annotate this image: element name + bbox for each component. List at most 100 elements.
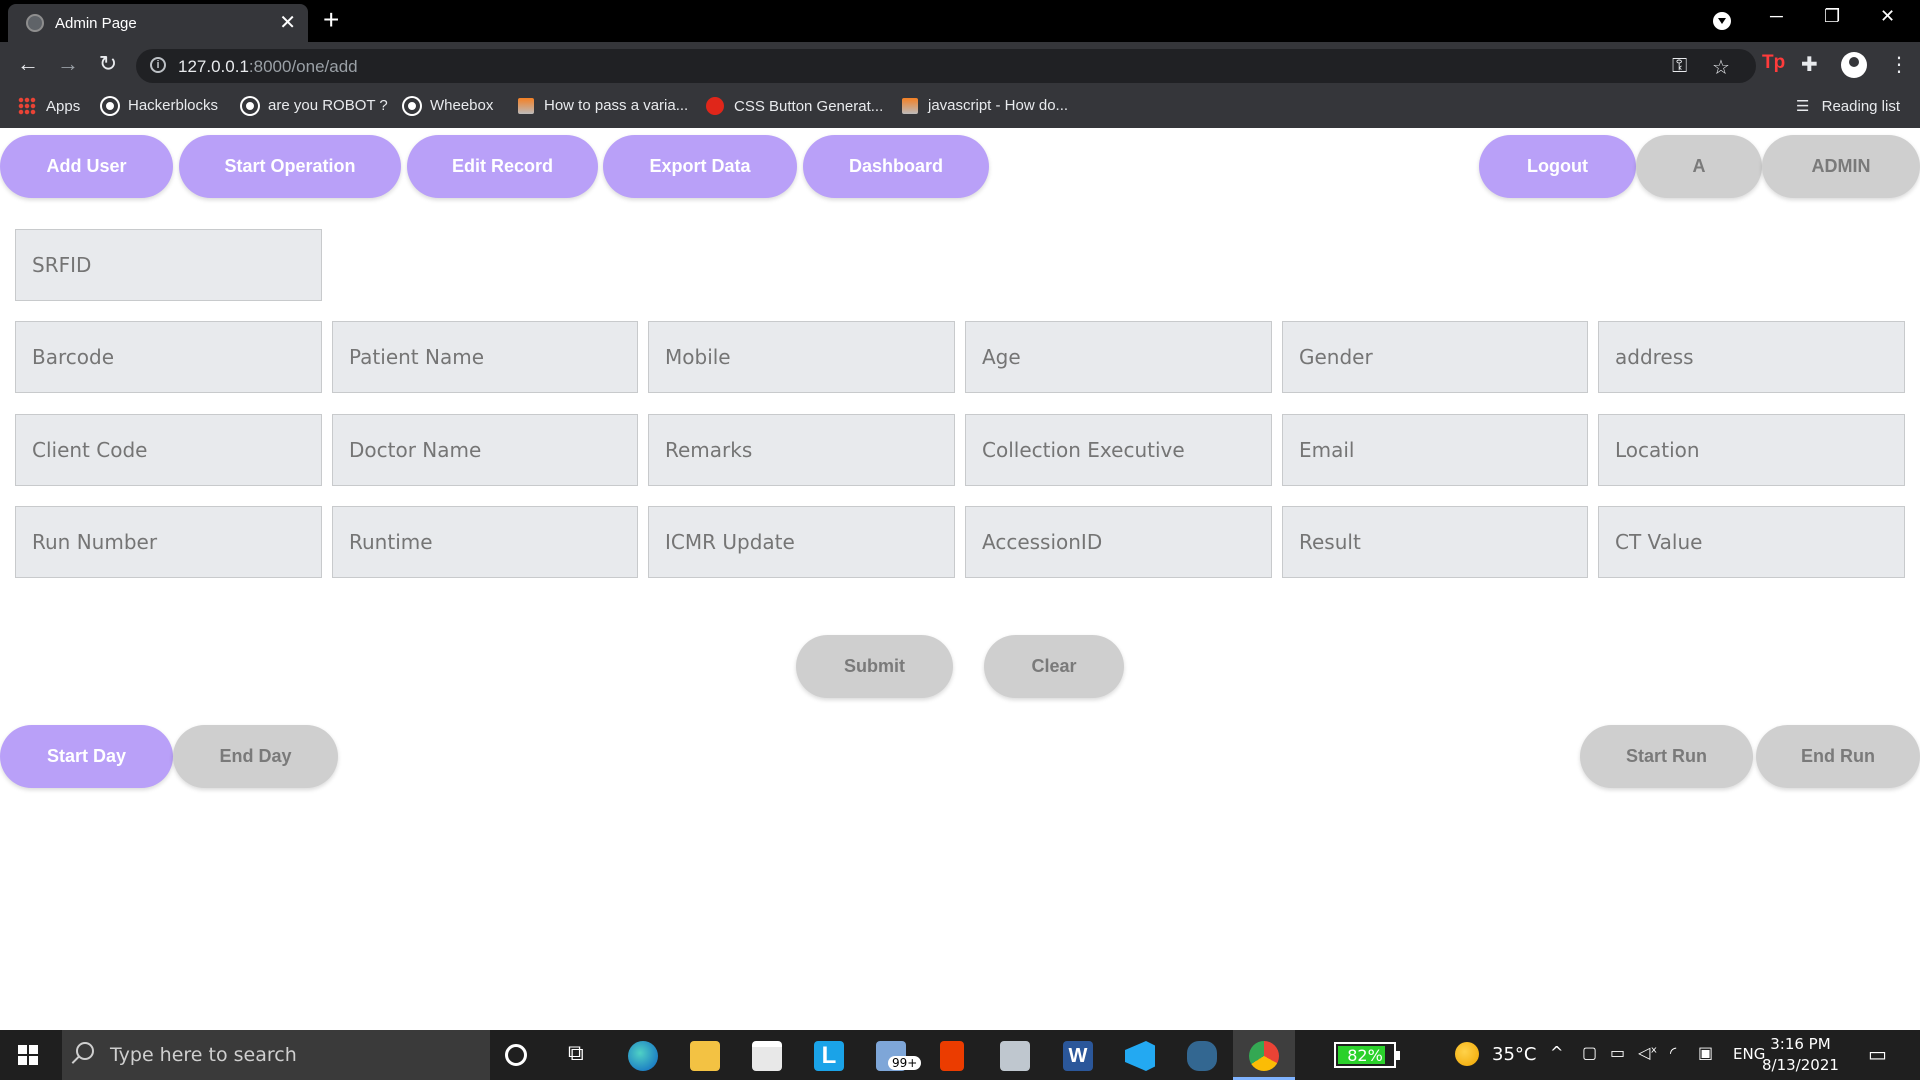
edit-record-button[interactable]: Edit Record	[407, 135, 598, 198]
taskbar-search-box[interactable]: Type here to search	[62, 1030, 490, 1080]
search-icon	[76, 1042, 94, 1060]
address-bar[interactable]: i 127.0.0.1:8000/one/add ⚿ ☆	[136, 49, 1756, 83]
submit-button[interactable]: Submit	[796, 635, 953, 698]
bookmark-how-to-pass[interactable]: How to pass a varia...	[518, 97, 688, 114]
forward-arrow-icon[interactable]: →	[54, 51, 82, 77]
gender-field[interactable]	[1282, 321, 1588, 393]
globe-icon	[404, 97, 420, 114]
end-day-button[interactable]: End Day	[173, 725, 338, 788]
search-placeholder: Type here to search	[110, 1044, 297, 1066]
clock-time: 3:16 PM	[1770, 1035, 1831, 1053]
bookmark-hackerblocks[interactable]: Hackerblocks	[102, 97, 218, 114]
logout-button[interactable]: Logout	[1479, 135, 1636, 198]
tp-extension-icon[interactable]: Tp	[1762, 52, 1785, 74]
notifications-icon[interactable]: ▭	[1868, 1042, 1887, 1066]
barcode-field[interactable]	[15, 321, 322, 393]
location-field[interactable]	[1598, 414, 1905, 486]
postgres-icon[interactable]	[1187, 1041, 1217, 1071]
l-app-icon[interactable]: L	[814, 1041, 844, 1071]
start-day-button[interactable]: Start Day	[0, 725, 173, 788]
result-field[interactable]	[1282, 506, 1588, 578]
bookmark-label: CSS Button Generat...	[734, 97, 884, 115]
display-icon[interactable]: ▣	[1698, 1043, 1713, 1062]
mobile-field[interactable]	[648, 321, 955, 393]
chrome-icon	[1249, 1041, 1279, 1071]
start-operation-button[interactable]: Start Operation	[179, 135, 401, 198]
file-explorer-icon[interactable]	[690, 1041, 720, 1071]
stackoverflow-icon	[518, 97, 534, 114]
minimize-button[interactable]: ─	[1770, 6, 1783, 27]
add-user-button[interactable]: Add User	[0, 135, 173, 198]
back-arrow-icon[interactable]: ←	[14, 51, 42, 77]
language-indicator[interactable]: ENG	[1733, 1045, 1765, 1063]
reading-list[interactable]: ☰ Reading list	[1796, 97, 1900, 115]
accession-id-field[interactable]	[965, 506, 1272, 578]
extensions-puzzle-icon[interactable]: ✚	[1801, 52, 1818, 77]
windows-taskbar: Type here to search ⧉ L 99+ W 82% 35°C ^…	[0, 1030, 1920, 1080]
bookmark-star-icon[interactable]: ☆	[1712, 55, 1730, 80]
volume-icon[interactable]: ◁ˣ	[1638, 1043, 1657, 1062]
task-view-icon[interactable]: ⧉	[568, 1041, 584, 1066]
bookmark-css-button-generator[interactable]: CSS Button Generat...	[706, 97, 883, 115]
address-field[interactable]	[1598, 321, 1905, 393]
system-clock[interactable]: 3:16 PM 8/13/2021	[1762, 1034, 1839, 1076]
key-icon[interactable]: ⚿	[1672, 55, 1687, 78]
bookmark-label: are you ROBOT ?	[268, 97, 388, 114]
battery-indicator[interactable]: 82%	[1334, 1042, 1400, 1068]
tab-close-icon[interactable]: ✕	[279, 10, 296, 35]
weather-temp[interactable]: 35°C	[1492, 1044, 1536, 1065]
client-code-field[interactable]	[15, 414, 322, 486]
windows-start-icon[interactable]	[18, 1045, 38, 1065]
age-field[interactable]	[965, 321, 1272, 393]
weather-icon[interactable]	[1455, 1042, 1479, 1066]
bookmark-label: Apps	[46, 97, 81, 115]
chrome-taskbar-button[interactable]	[1233, 1030, 1295, 1080]
clear-button[interactable]: Clear	[984, 635, 1124, 698]
wifi-icon[interactable]: ◜	[1670, 1043, 1676, 1062]
dashboard-button[interactable]: Dashboard	[803, 135, 989, 198]
browser-tab[interactable]: Admin Page ✕	[8, 4, 308, 42]
collection-executive-field[interactable]	[965, 414, 1272, 486]
menu-kebab-icon[interactable]: ⋮	[1889, 52, 1909, 77]
icmr-update-field[interactable]	[648, 506, 955, 578]
user-role-button[interactable]: ADMIN	[1762, 135, 1920, 198]
new-tab-button[interactable]: +	[323, 4, 339, 36]
office-icon[interactable]	[940, 1041, 964, 1071]
bookmark-javascript[interactable]: javascript - How do...	[902, 97, 1068, 114]
start-run-button[interactable]: Start Run	[1580, 725, 1753, 788]
microsoft-store-icon[interactable]	[752, 1041, 782, 1071]
srfid-field[interactable]	[15, 229, 322, 301]
device-icon[interactable]: ▢	[1582, 1043, 1597, 1062]
remarks-field[interactable]	[648, 414, 955, 486]
bookmark-are-you-robot[interactable]: are you ROBOT ?	[242, 97, 388, 114]
tab-search-icon[interactable]	[1713, 12, 1731, 30]
user-initial-button[interactable]: A	[1636, 135, 1762, 198]
photos-icon[interactable]	[1000, 1041, 1030, 1071]
patient-name-field[interactable]	[332, 321, 638, 393]
edge-browser-icon[interactable]	[628, 1041, 658, 1071]
profile-avatar-icon[interactable]	[1841, 52, 1867, 78]
mail-badge: 99+	[888, 1056, 922, 1070]
run-number-field[interactable]	[15, 506, 322, 578]
apps-grid-icon	[18, 97, 36, 115]
close-window-button[interactable]: ✕	[1880, 6, 1895, 27]
end-run-button[interactable]: End Run	[1756, 725, 1920, 788]
reload-icon[interactable]: ↻	[94, 51, 122, 77]
runtime-field[interactable]	[332, 506, 638, 578]
cortana-icon[interactable]	[505, 1044, 527, 1066]
doctor-name-field[interactable]	[332, 414, 638, 486]
bookmark-label: javascript - How do...	[928, 97, 1069, 114]
restore-button[interactable]: ❐	[1824, 6, 1840, 27]
url-text[interactable]: 127.0.0.1:8000/one/add	[178, 57, 358, 77]
bookmark-wheebox[interactable]: Wheebox	[404, 97, 493, 114]
bookmark-apps[interactable]: Apps	[18, 97, 80, 115]
ct-value-field[interactable]	[1598, 506, 1905, 578]
chevron-up-icon[interactable]: ^	[1550, 1043, 1563, 1062]
vscode-icon[interactable]	[1125, 1041, 1155, 1071]
battery-tray-icon[interactable]: ▭	[1610, 1043, 1625, 1062]
email-field[interactable]	[1282, 414, 1588, 486]
site-info-icon[interactable]: i	[150, 57, 166, 73]
bookmark-label: How to pass a varia...	[544, 97, 689, 114]
word-icon[interactable]: W	[1063, 1041, 1093, 1071]
export-data-button[interactable]: Export Data	[603, 135, 797, 198]
